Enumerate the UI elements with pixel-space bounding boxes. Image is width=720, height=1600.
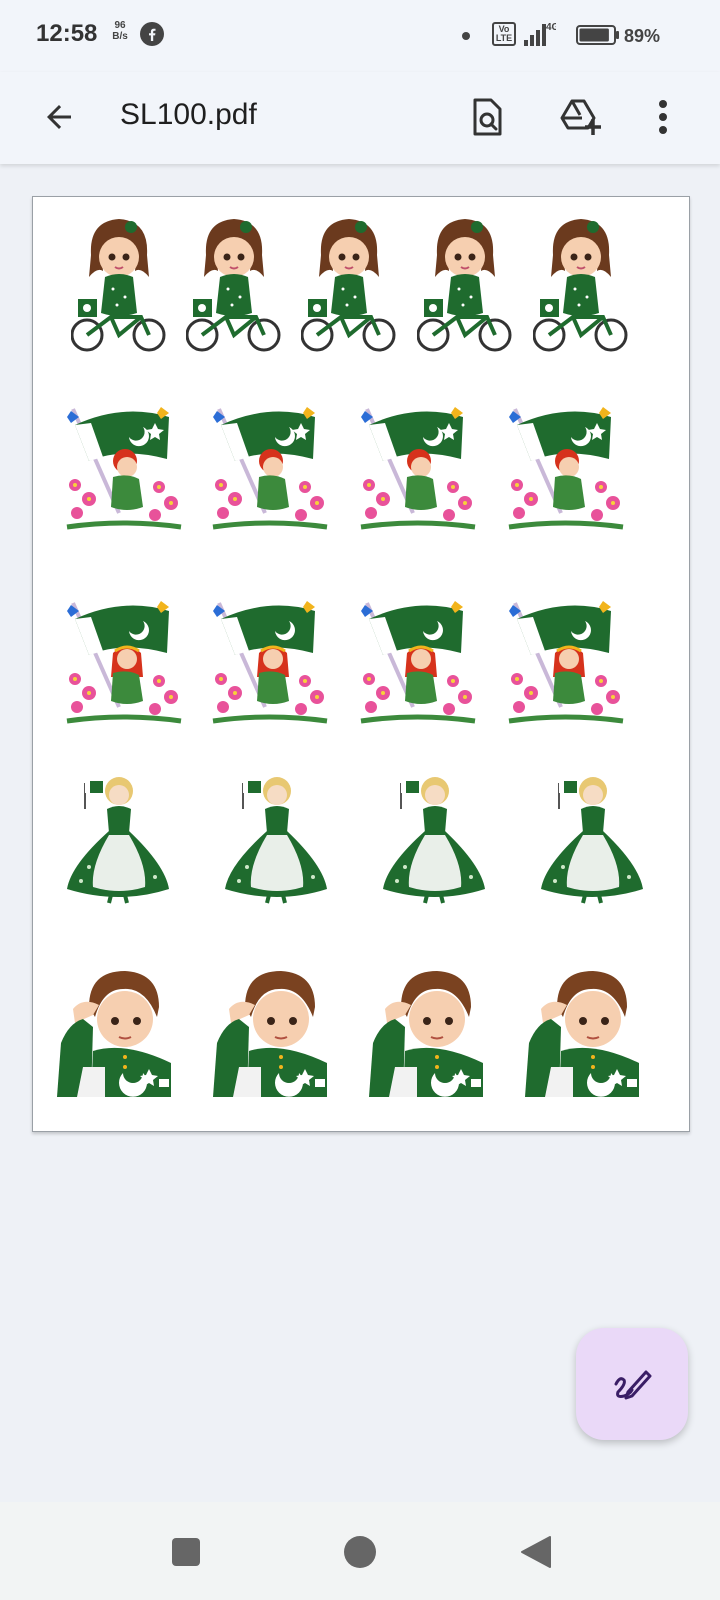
volte-icon: Vo LTE — [492, 22, 516, 46]
network-speed-unit: B/s — [112, 31, 128, 42]
gown-girl-sticker — [225, 777, 327, 904]
gown-girl-sticker — [67, 777, 169, 904]
flag-boy-sticker — [212, 407, 328, 530]
square-icon — [172, 1538, 200, 1566]
back-button[interactable] — [34, 92, 84, 142]
status-time: 12:58 — [36, 20, 98, 47]
system-nav-bar — [0, 1502, 720, 1600]
gown-girl-sticker — [541, 777, 643, 904]
sticker-row-saluting-boy — [33, 967, 689, 1107]
network-type: 4G — [546, 22, 556, 33]
saluting-boy-sticker — [369, 971, 483, 1097]
bicycle-girl-sticker — [533, 219, 628, 352]
document-title: SL100.pdf — [120, 98, 257, 131]
more-options-button[interactable] — [638, 92, 688, 142]
add-to-drive-icon — [560, 99, 601, 135]
annotate-fab-button[interactable] — [576, 1328, 688, 1440]
flag-girl-sticker — [66, 601, 182, 724]
saluting-boy-sticker — [57, 971, 171, 1097]
network-speed: 96 B/s — [108, 20, 132, 42]
sticker-row-flag-boy — [33, 403, 689, 533]
bicycle-girl-sticker — [186, 219, 281, 352]
flag-boy-sticker — [508, 407, 624, 530]
search-in-document-button[interactable] — [462, 92, 512, 142]
edit-annotate-icon — [614, 1370, 652, 1400]
add-to-drive-button[interactable] — [556, 92, 606, 142]
search-in-document-icon — [473, 98, 502, 136]
nav-recents-button[interactable] — [166, 1532, 206, 1572]
sticker-row-bicycle-girl — [33, 215, 689, 355]
flag-boy-sticker — [360, 407, 476, 530]
more-vert-icon — [659, 100, 667, 134]
signal-strength-icon: 4G — [524, 22, 556, 46]
flag-girl-sticker — [212, 601, 328, 724]
nav-back-button[interactable] — [516, 1532, 556, 1572]
bicycle-girl-sticker — [417, 219, 512, 352]
triangle-back-icon — [521, 1536, 551, 1568]
pdf-page[interactable] — [32, 196, 690, 1132]
sticker-row-flag-girl — [33, 597, 689, 727]
network-speed-value: 96 — [114, 20, 126, 31]
gown-girl-sticker — [383, 777, 485, 904]
app-bar: SL100.pdf — [0, 72, 720, 164]
battery-fill — [579, 28, 609, 42]
sticker-row-gown-girl — [33, 769, 689, 909]
nav-home-button[interactable] — [340, 1532, 380, 1572]
flag-girl-sticker — [508, 601, 624, 724]
facebook-icon — [140, 22, 164, 46]
arrow-left-icon — [47, 105, 71, 129]
battery-icon — [576, 25, 619, 45]
circle-icon — [344, 1536, 376, 1568]
saluting-boy-sticker — [525, 971, 639, 1097]
flag-girl-sticker — [360, 601, 476, 724]
bicycle-girl-sticker — [71, 219, 166, 352]
notification-dot — [462, 32, 470, 40]
flag-boy-sticker — [66, 407, 182, 530]
bicycle-girl-sticker — [301, 219, 396, 352]
status-bar: 12:58 96 B/s Vo LTE 4G 89% — [0, 0, 720, 72]
battery-percent: 89% — [624, 26, 661, 46]
saluting-boy-sticker — [213, 971, 327, 1097]
